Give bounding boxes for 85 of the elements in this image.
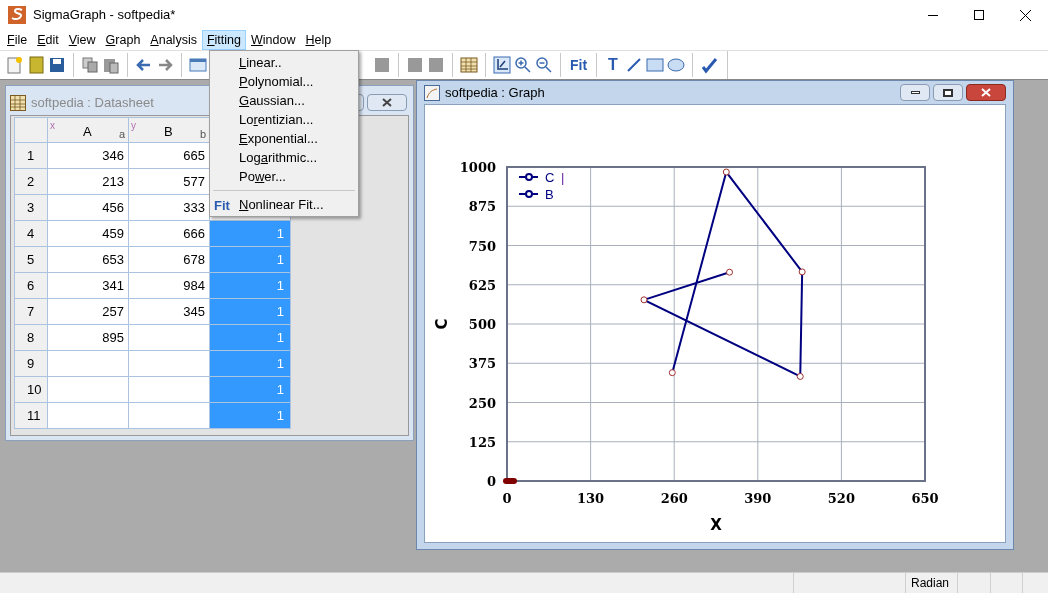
table-cell: 653 xyxy=(48,247,129,273)
table-cell: 1 xyxy=(210,273,291,299)
x-tick-label: 0 xyxy=(502,491,512,506)
legend-label: C xyxy=(545,170,555,185)
table-cell: 459 xyxy=(48,221,129,247)
row-number[interactable]: 6 xyxy=(15,273,48,299)
window-title: SigmaGraph - softpedia* xyxy=(33,6,176,25)
column-label: b xyxy=(199,126,206,142)
window-title: softpedia : Datasheet xyxy=(31,93,154,112)
axis-tag: x xyxy=(50,118,55,133)
menu-item[interactable]: Analysis xyxy=(145,30,202,50)
menu-item[interactable]: Gaussian... xyxy=(210,91,358,110)
row-number[interactable]: 4 xyxy=(15,221,48,247)
y-tick-label: 625 xyxy=(468,277,496,293)
text-cursor: | xyxy=(561,170,565,185)
x-tick-label: 390 xyxy=(744,491,772,506)
x-tick-label: 130 xyxy=(577,491,605,506)
y-tick-label: 0 xyxy=(486,474,496,489)
row-number[interactable]: 3 xyxy=(15,195,48,221)
menu-item[interactable]: Window xyxy=(245,30,301,50)
table-cell: 666 xyxy=(129,221,210,247)
row-number[interactable]: 9 xyxy=(15,351,48,377)
y-axis-title: C xyxy=(433,318,451,330)
column-header[interactable]: y B b xyxy=(129,118,210,143)
x-tick-label: 520 xyxy=(827,491,855,506)
fit-button[interactable]: Fit xyxy=(568,54,590,76)
table-cell: 341 xyxy=(48,273,129,299)
table-cell: 665 xyxy=(129,143,210,169)
row-number[interactable]: 8 xyxy=(15,325,48,351)
status-text: Radian xyxy=(905,573,957,593)
table-cell: 456 xyxy=(48,195,129,221)
table-cell: 1 xyxy=(210,351,291,377)
column-header[interactable]: x A a xyxy=(48,118,129,143)
x-tick-label: 260 xyxy=(660,491,688,506)
text-tool-button[interactable]: T xyxy=(604,53,622,77)
row-number[interactable]: 11 xyxy=(15,403,48,429)
menu-item[interactable]: Lorentizian... xyxy=(210,110,358,129)
table-cell: 1 xyxy=(210,377,291,403)
y-tick-label: 875 xyxy=(468,199,496,215)
row-number[interactable]: 2 xyxy=(15,169,48,195)
y-tick-label: 500 xyxy=(468,317,496,332)
row-number[interactable]: 1 xyxy=(15,143,48,169)
table-cell: 1 xyxy=(210,247,291,273)
table-cell: 678 xyxy=(129,247,210,273)
x-tick-label: 650 xyxy=(911,491,939,506)
row-number[interactable]: 5 xyxy=(15,247,48,273)
row-number[interactable]: 10 xyxy=(15,377,48,403)
menu-item[interactable]: Fitting xyxy=(201,30,246,50)
menu-item[interactable]: Logarithmic... xyxy=(210,148,358,167)
table-cell: 333 xyxy=(129,195,210,221)
menu-item[interactable]: Polynomial... xyxy=(210,72,358,91)
menu-item[interactable]: Fit Nonlinear Fit... xyxy=(210,195,358,214)
y-tick-label: 375 xyxy=(468,356,496,372)
table-cell: 984 xyxy=(129,273,210,299)
menu-item[interactable]: Power... xyxy=(210,167,358,186)
menu-item[interactable]: Edit xyxy=(32,30,64,50)
table-cell: 895 xyxy=(48,325,129,351)
table-cell: 577 xyxy=(129,169,210,195)
menu-item[interactable]: Linear.. xyxy=(210,53,358,72)
table-cell: 1 xyxy=(210,403,291,429)
window-title: softpedia : Graph xyxy=(445,83,545,102)
table-cell: 1 xyxy=(210,299,291,325)
y-tick-label: 1000 xyxy=(459,160,496,175)
column-name: B xyxy=(164,123,173,141)
menu-item[interactable]: Exponential... xyxy=(210,129,358,148)
table-cell: 345 xyxy=(129,299,210,325)
menu-item[interactable]: Graph xyxy=(100,30,146,50)
y-tick-label: 750 xyxy=(468,238,496,254)
menu-item[interactable]: View xyxy=(63,30,101,50)
table-cell: 257 xyxy=(48,299,129,325)
x-axis-title: X xyxy=(710,516,722,534)
column-label: a xyxy=(118,126,125,142)
y-tick-label: 125 xyxy=(468,434,496,450)
menu-item[interactable]: Help xyxy=(300,30,337,50)
table-cell: 1 xyxy=(210,221,291,247)
menu-item[interactable]: File xyxy=(2,30,33,50)
legend-label: B xyxy=(545,187,554,202)
fit-icon: Fit xyxy=(214,196,230,216)
table-cell: 1 xyxy=(210,325,291,351)
row-number[interactable]: 7 xyxy=(15,299,48,325)
axis-tag: y xyxy=(131,118,136,133)
column-name: A xyxy=(83,123,92,141)
y-tick-label: 250 xyxy=(468,395,496,411)
table-cell: 346 xyxy=(48,143,129,169)
table-cell: 213 xyxy=(48,169,129,195)
